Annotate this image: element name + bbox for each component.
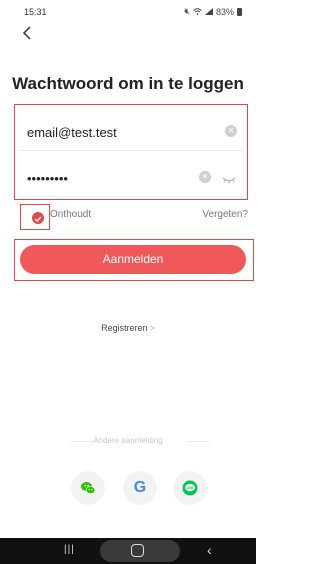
page-title: Wachtwoord om in te loggen — [12, 74, 244, 93]
navigation-bar: ||| ‹ — [0, 538, 256, 564]
password-field[interactable] — [27, 167, 197, 189]
login-button[interactable]: Aanmelden — [20, 245, 246, 274]
check-icon — [34, 216, 42, 222]
back-button[interactable] — [22, 26, 40, 44]
register-link[interactable]: Registreren > — [0, 323, 256, 333]
battery-icon — [237, 7, 242, 16]
email-row: ✕ — [19, 111, 243, 151]
password-row: ✕ — [19, 157, 243, 197]
signal-icon — [204, 7, 213, 17]
remember-checkbox[interactable] — [32, 212, 44, 224]
forgot-password-link[interactable]: Vergeten? — [202, 209, 248, 220]
clear-email-icon[interactable]: ✕ — [225, 125, 237, 137]
clear-password-icon[interactable]: ✕ — [199, 171, 211, 183]
email-field[interactable] — [27, 121, 197, 143]
home-icon[interactable] — [131, 544, 144, 557]
mute-icon: 🔇︎ — [184, 6, 190, 16]
back-icon[interactable]: ‹ — [207, 542, 212, 558]
remember-label: Onthoudt — [50, 209, 92, 220]
battery-percent: 83% — [215, 6, 234, 17]
register-label: Registreren — [101, 323, 148, 333]
other-login-label: Andere aanmelding — [93, 436, 163, 445]
wifi-icon — [193, 7, 202, 17]
recent-apps-icon[interactable]: ||| — [64, 544, 75, 555]
wechat-icon — [81, 482, 96, 494]
line-login-button[interactable]: LINE — [173, 471, 207, 505]
google-icon: G — [133, 479, 147, 496]
svg-text:LINE: LINE — [186, 486, 193, 490]
status-bar: 15:31 🔇︎ 83% — [0, 0, 256, 22]
remember-checkbox-outline — [20, 204, 50, 230]
wechat-login-button[interactable] — [71, 471, 105, 505]
credentials-group: ✕ ✕ — [14, 104, 248, 200]
status-time: 15:31 — [24, 7, 47, 17]
google-login-button[interactable]: G — [123, 471, 157, 505]
status-icons: 🔇︎ 83% — [184, 6, 242, 17]
chevron-right-icon: > — [149, 323, 155, 333]
line-icon: LINE — [182, 480, 198, 496]
divider-right — [186, 441, 210, 442]
chevron-left-icon — [22, 26, 31, 40]
eye-closed-icon[interactable] — [222, 171, 236, 184]
